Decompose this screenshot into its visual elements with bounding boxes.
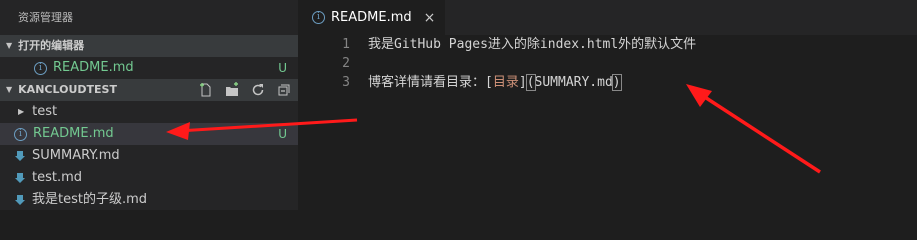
collapse-all-icon[interactable] [276,82,292,98]
new-file-icon[interactable] [198,82,214,98]
explorer-title: 资源管理器 [18,11,73,24]
chevron-down-icon: ▼ [6,41,13,50]
link-close-bracket: ] [518,75,527,90]
link-url: SUMMARY.md [534,75,613,90]
tab-label: README.md [331,10,412,25]
info-icon: i [312,11,325,24]
code-line-current: 3 博客详情请看目录：[目录](SUMMARY.md) [298,73,917,92]
tree-item-label: 我是test的子级.md [32,192,148,207]
code-editor[interactable]: 1 我是GitHub Pages进入的除index.html外的默认文件 2 3… [298,35,917,92]
chevron-down-icon: ▼ [6,85,13,94]
tab-bar: i README.md × [298,0,917,35]
untracked-badge: U [278,127,287,141]
link-text: 目录 [492,75,519,90]
line-prefix: 博客详情请看目录： [368,75,486,90]
tree-item-label: test [32,104,58,119]
info-icon: i [14,127,27,141]
project-actions [198,79,292,101]
line-number: 2 [342,56,350,71]
explorer-sidebar: 资源管理器 ▼ 打开的编辑器 i README.md U ▼ KANCLOUDT… [0,0,298,210]
open-editor-label: README.md [53,60,134,75]
line-content: 我是GitHub Pages进入的除index.html外的默认文件 [368,37,697,52]
code-line: 2 [298,54,917,73]
link-open-bracket: [ [485,75,493,90]
editor-area: i README.md × 1 我是GitHub Pages进入的除index.… [298,0,917,210]
markdown-icon [15,195,25,205]
line-content: 博客详情请看目录：[目录](SUMMARY.md) [368,73,622,92]
matching-paren-open: ( [525,74,536,91]
markdown-icon [15,173,25,183]
untracked-badge: U [278,61,287,75]
tree-item-label: README.md [33,126,114,141]
close-icon[interactable]: × [424,10,436,26]
vscode-window: 资源管理器 ▼ 打开的编辑器 i README.md U ▼ KANCLOUDT… [0,0,917,210]
tab-readme[interactable]: i README.md × [298,0,446,35]
new-folder-icon[interactable] [224,82,240,98]
tree-item-readme[interactable]: i README.md U [0,123,298,145]
open-editors-header[interactable]: ▼ 打开的编辑器 [0,35,298,57]
open-editor-item-readme[interactable]: i README.md U [0,57,298,79]
project-header[interactable]: ▼ KANCLOUDTEST [0,79,298,101]
markdown-icon [15,151,25,161]
project-label: KANCLOUDTEST [18,83,117,96]
matching-paren-close: ) [611,74,622,91]
tree-item-child-md[interactable]: 我是test的子级.md [0,189,298,210]
tree-item-summary[interactable]: SUMMARY.md [0,145,298,167]
tree-item-label: SUMMARY.md [32,148,120,163]
open-editors-label: 打开的编辑器 [18,39,85,52]
tree-item-label: test.md [32,170,83,185]
tree-folder-test[interactable]: ▶ test [0,101,298,123]
chevron-right-icon: ▶ [18,107,25,116]
line-number: 3 [342,75,350,90]
line-number: 1 [342,37,350,52]
info-icon: i [34,61,47,75]
refresh-icon[interactable] [250,82,266,98]
tree-item-test-md[interactable]: test.md [0,167,298,189]
code-line: 1 我是GitHub Pages进入的除index.html外的默认文件 [298,35,917,54]
